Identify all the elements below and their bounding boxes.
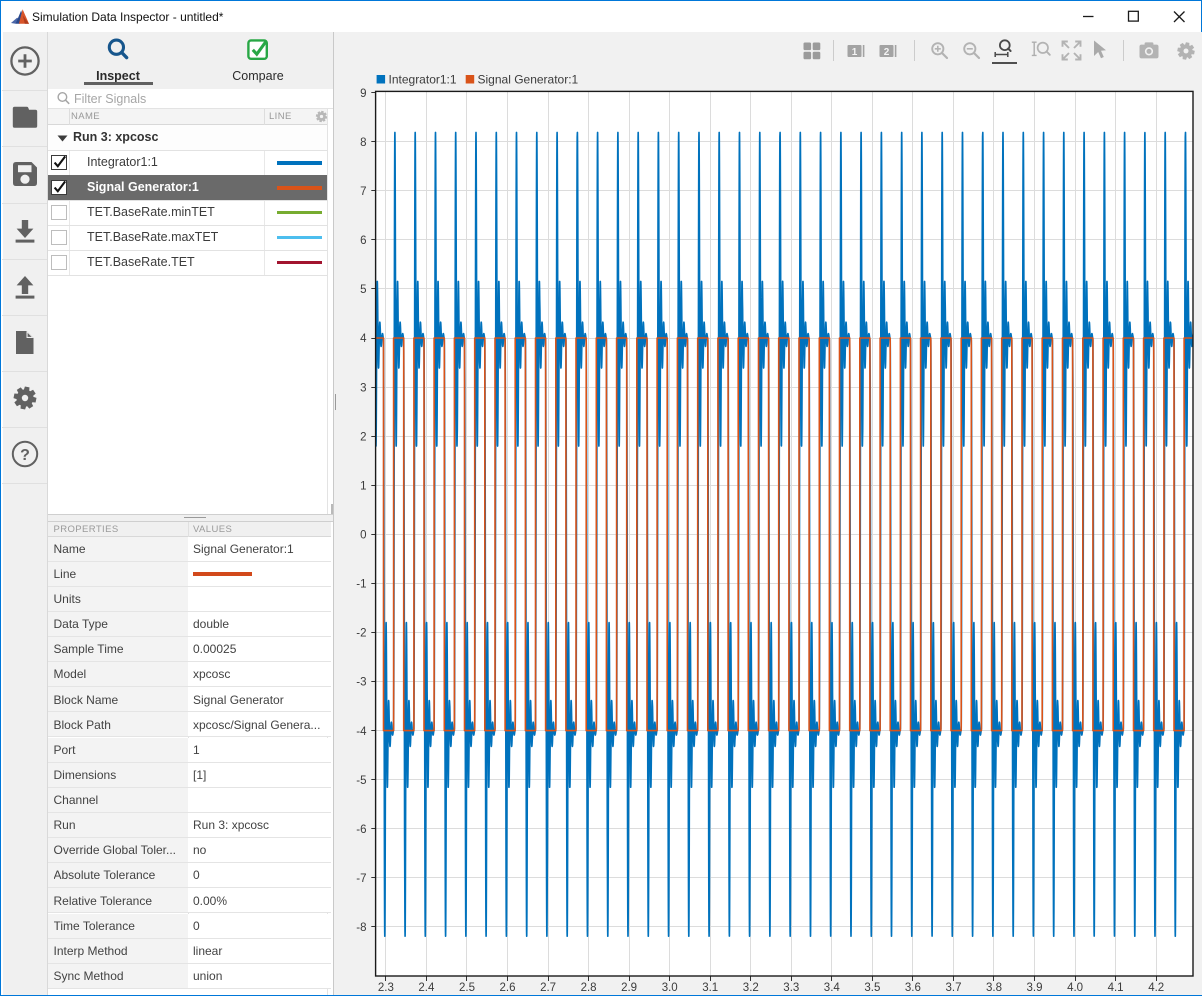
svg-text:4.1: 4.1: [1108, 982, 1124, 994]
svg-text:2.4: 2.4: [418, 982, 435, 994]
svg-text:3.9: 3.9: [1027, 982, 1043, 994]
svg-text:3: 3: [360, 382, 366, 394]
svg-text:3.1: 3.1: [702, 982, 718, 994]
svg-text:2.3: 2.3: [378, 982, 394, 994]
svg-text:3.4: 3.4: [824, 982, 841, 994]
svg-text:Integrator1:1: Integrator1:1: [389, 73, 457, 87]
svg-text:3.2: 3.2: [743, 982, 759, 994]
svg-text:6: 6: [360, 235, 366, 247]
svg-text:3.8: 3.8: [986, 982, 1002, 994]
svg-text:2.7: 2.7: [540, 982, 556, 994]
svg-text:-7: -7: [356, 873, 366, 885]
svg-text:-1: -1: [356, 579, 366, 591]
svg-text:Signal Generator:1: Signal Generator:1: [478, 73, 579, 87]
svg-text:2.9: 2.9: [621, 982, 637, 994]
svg-text:2.6: 2.6: [500, 982, 516, 994]
svg-text:4.2: 4.2: [1148, 982, 1164, 994]
svg-text:2.5: 2.5: [459, 982, 475, 994]
svg-text:2: 2: [360, 431, 366, 443]
svg-text:0: 0: [360, 530, 366, 542]
svg-text:7: 7: [360, 186, 366, 198]
svg-text:3.0: 3.0: [662, 982, 678, 994]
svg-text:-2: -2: [356, 628, 366, 640]
svg-text:3.7: 3.7: [946, 982, 962, 994]
svg-text:3.3: 3.3: [783, 982, 799, 994]
svg-text:9: 9: [360, 88, 366, 100]
svg-text:-3: -3: [356, 677, 366, 689]
svg-text:2.8: 2.8: [581, 982, 597, 994]
svg-text:1: 1: [360, 480, 366, 492]
svg-text:?: ?: [20, 447, 30, 464]
svg-text:8: 8: [360, 137, 366, 149]
svg-text:3.5: 3.5: [864, 982, 880, 994]
svg-text:-5: -5: [356, 775, 366, 787]
svg-text:4: 4: [360, 333, 367, 345]
svg-text:4.0: 4.0: [1067, 982, 1083, 994]
svg-text:-4: -4: [356, 726, 367, 738]
svg-text:5: 5: [360, 284, 366, 296]
svg-text:-6: -6: [356, 824, 366, 836]
svg-text:-8: -8: [356, 922, 366, 934]
svg-text:3.6: 3.6: [905, 982, 921, 994]
